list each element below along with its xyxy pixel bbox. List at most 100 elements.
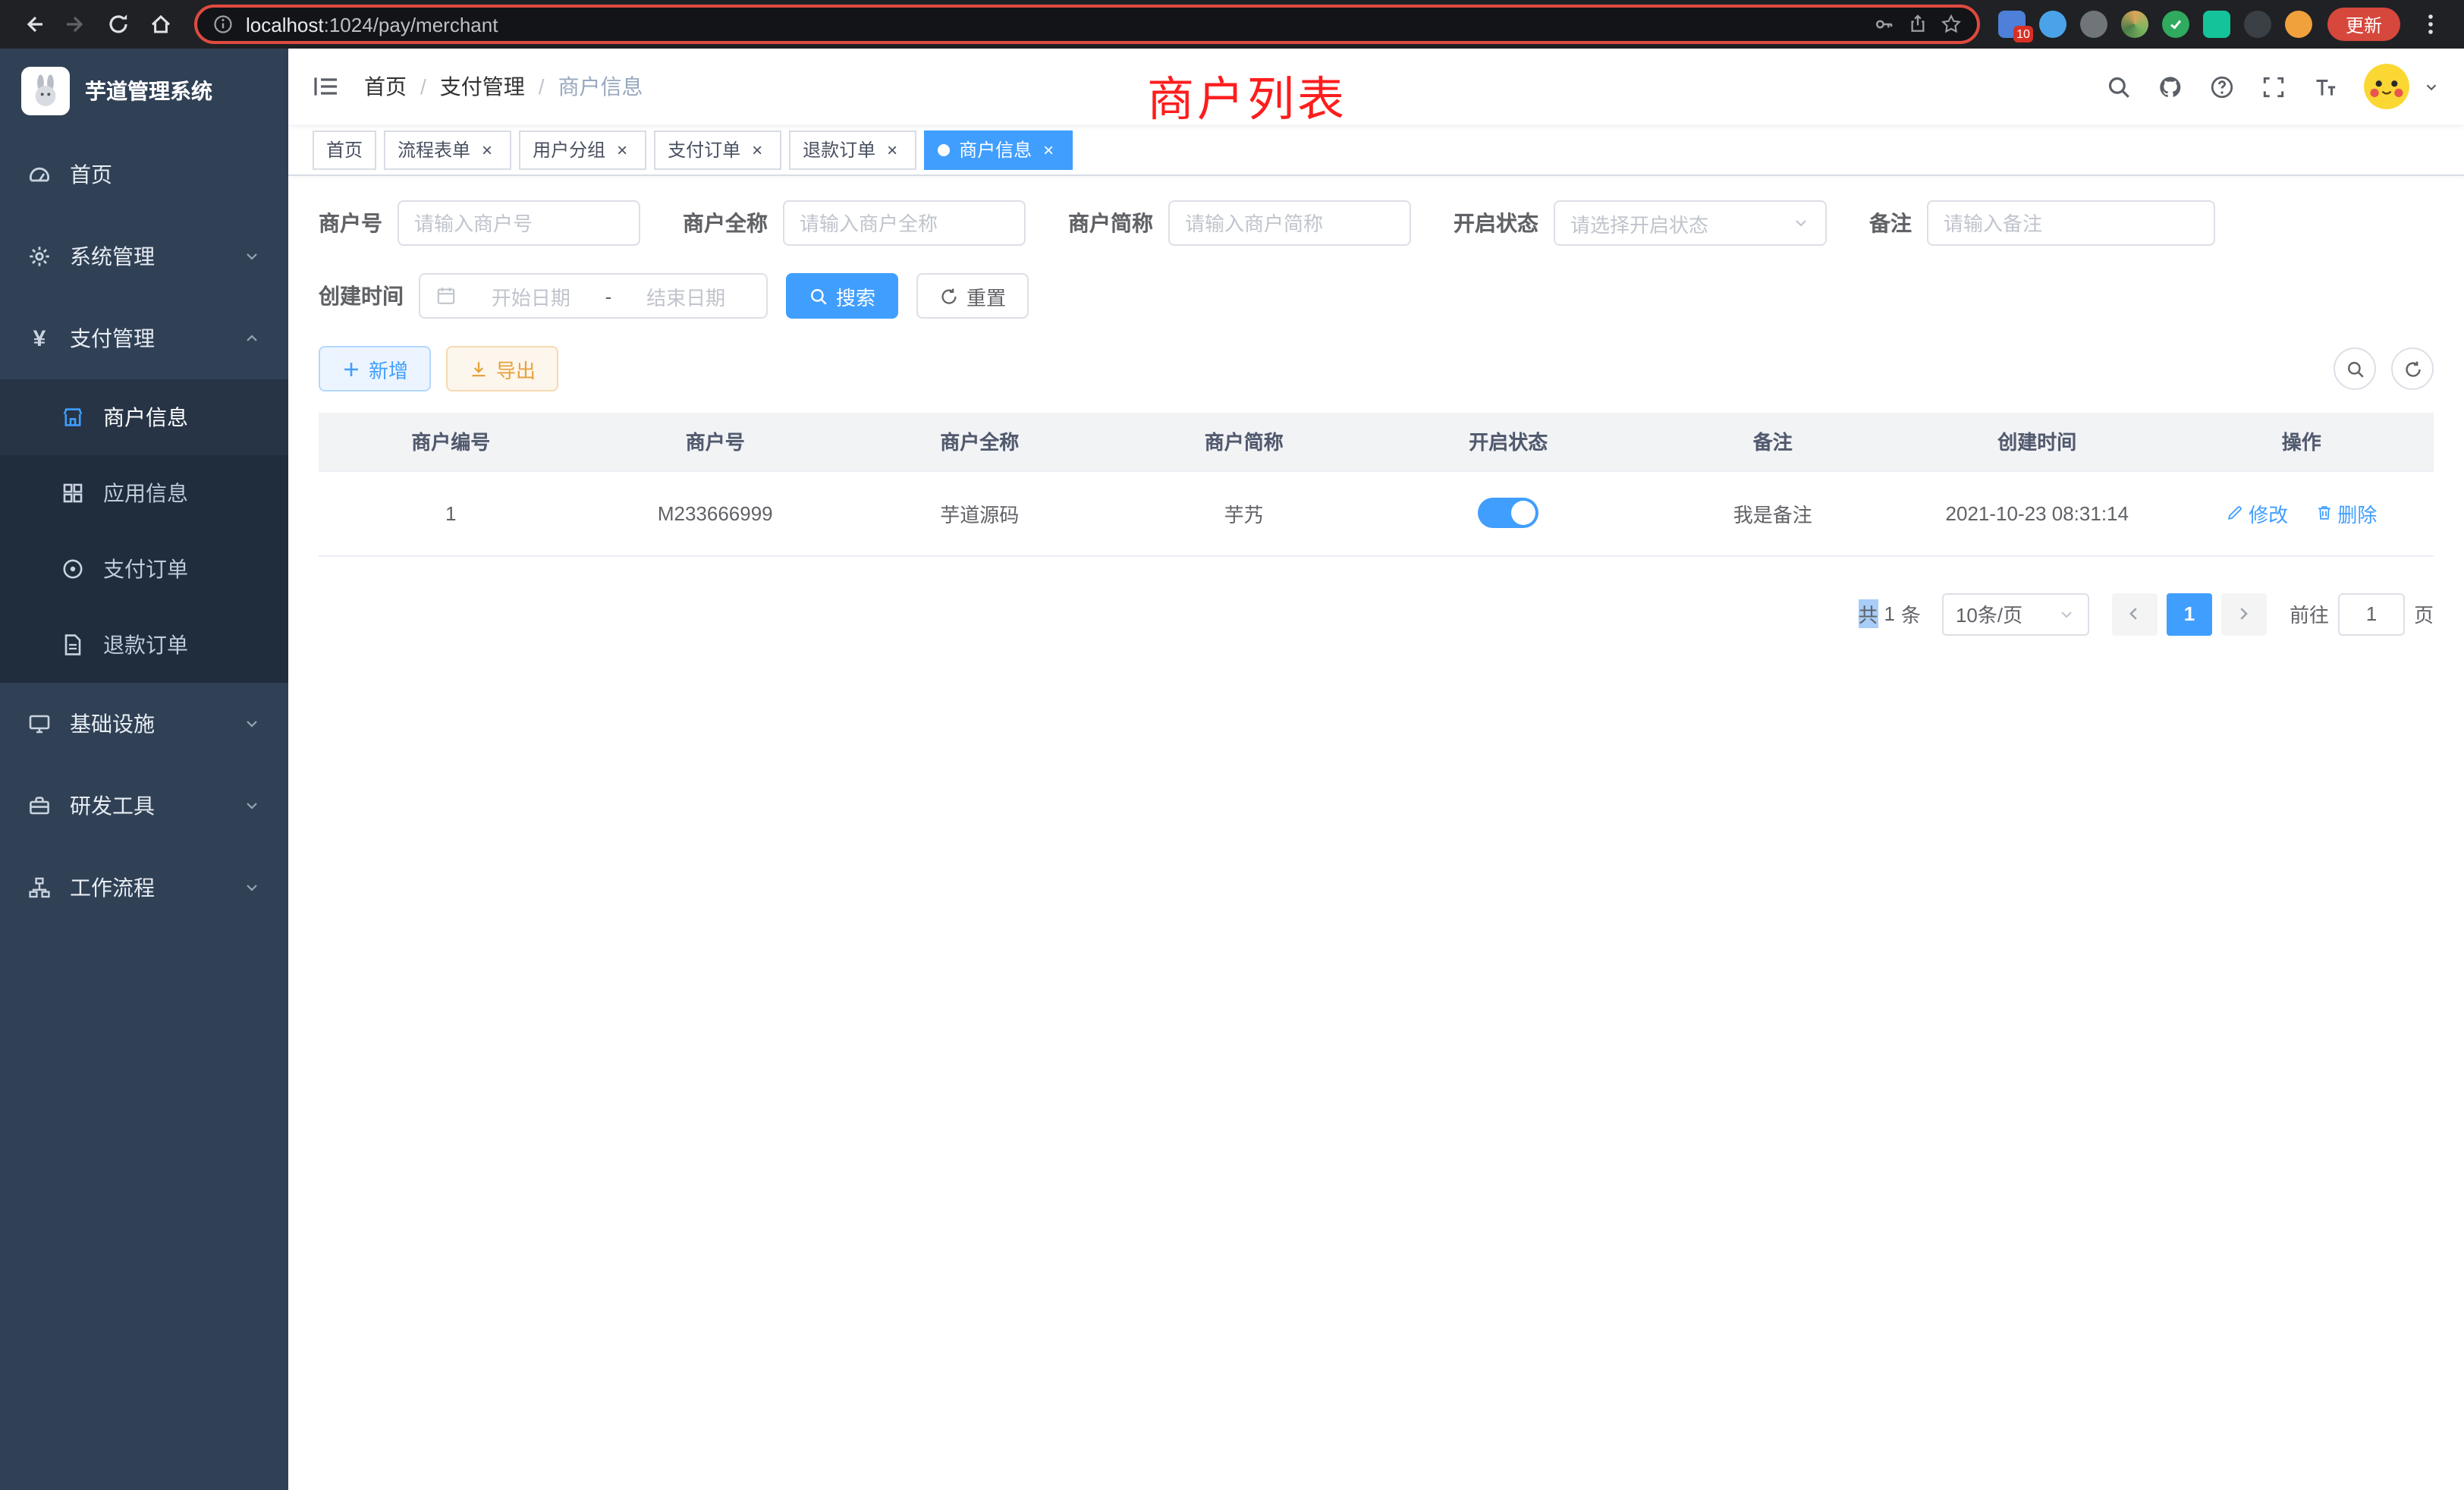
chevron-down-icon [243,879,261,897]
short-name-input[interactable] [1168,200,1411,246]
font-size-icon[interactable] [2312,74,2338,99]
search-form-row-2: 创建时间 开始日期 - 结束日期 搜索 重置 [319,273,2434,319]
sidebar-subitem-app-info[interactable]: 应用信息 [0,455,288,531]
prev-page-button[interactable] [2112,593,2158,635]
tab-pay-order[interactable]: 支付订单 × [654,130,781,169]
tab-label: 用户分组 [533,137,605,162]
chevron-down-icon [2057,605,2076,623]
export-button[interactable]: 导出 [446,346,558,391]
refresh-icon-button[interactable] [2391,347,2434,390]
sidebar-subitem-pay-order[interactable]: 支付订单 [0,531,288,607]
edit-link[interactable]: 修改 [2226,498,2288,527]
navbar-actions [2106,64,2440,109]
chevron-down-icon [243,247,261,266]
status-select[interactable]: 请选择开启状态 [1554,200,1827,246]
breadcrumb-home[interactable]: 首页 [364,71,407,102]
search-icon[interactable] [2106,74,2132,99]
browser-reload-button[interactable] [97,3,140,46]
form-item-status: 开启状态 请选择开启状态 [1454,200,1827,246]
delete-link[interactable]: 删除 [2315,498,2377,527]
extension-drop-icon[interactable] [2039,11,2066,38]
breadcrumb-separator: / [420,74,426,99]
browser-home-button[interactable] [140,3,182,46]
hide-search-icon-button[interactable] [2334,347,2376,390]
password-key-icon[interactable] [1874,14,1895,35]
close-icon[interactable]: × [611,139,633,160]
page-content: 商户号 商户全称 商户简称 开启状态 请选择开启状态 [288,176,2464,1490]
goto-page-input[interactable] [2338,593,2405,635]
browser-menu-icon[interactable] [2409,3,2452,46]
merchant-no-input[interactable] [398,200,640,246]
extension-grid-icon[interactable]: 10 [1998,11,2026,38]
date-separator: - [605,284,612,307]
sidebar-subitem-merchant-info[interactable]: 商户信息 [0,379,288,455]
user-avatar[interactable] [2364,64,2409,109]
fullscreen-icon[interactable] [2261,74,2286,99]
site-info-icon[interactable] [212,14,234,35]
sidebar-subitem-label: 支付订单 [103,554,188,584]
date-range-picker[interactable]: 开始日期 - 结束日期 [419,273,768,319]
sidebar-subitem-refund-order[interactable]: 退款订单 [0,607,288,683]
page-size-select[interactable]: 10条/页 [1942,593,2089,635]
extension-grammar-icon[interactable] [2203,11,2230,38]
browser-back-button[interactable] [12,3,55,46]
hamburger-icon[interactable] [313,73,340,100]
sidebar-item-label: 首页 [70,159,112,190]
close-icon[interactable]: × [746,139,768,160]
extension-face-icon[interactable] [2285,11,2312,38]
form-item-remark: 备注 [1869,200,2215,246]
extensions-area: 10 [1998,11,2312,38]
close-icon[interactable]: × [476,139,498,160]
avatar-caret-down-icon[interactable] [2423,78,2440,95]
current-page-button[interactable]: 1 [2167,593,2212,635]
pay-submenu: 商户信息 应用信息 支付订单 退款订单 [0,379,288,683]
browser-update-button[interactable]: 更新 [2327,8,2400,41]
sidebar-item-infrastructure[interactable]: 基础设施 [0,683,288,765]
sidebar-item-home[interactable]: 首页 [0,134,288,215]
cell-actions: 修改 删除 [2170,470,2434,555]
extension-pin-icon[interactable] [2244,11,2271,38]
full-name-label: 商户全称 [683,208,783,238]
dashboard-icon [27,162,52,187]
tab-merchant-info[interactable]: 商户信息 × [924,130,1073,169]
reset-button[interactable]: 重置 [916,273,1029,319]
start-date-placeholder: 开始日期 [466,281,596,310]
close-icon[interactable]: × [1038,139,1059,160]
total-count: 1 [1884,602,1894,625]
extension-avatar-icon[interactable] [2121,11,2148,38]
help-icon[interactable] [2209,74,2235,99]
close-icon[interactable]: × [882,139,903,160]
tab-process-form[interactable]: 流程表单 × [384,130,511,169]
sidebar-item-workflow[interactable]: 工作流程 [0,847,288,929]
share-icon[interactable] [1907,14,1928,35]
extension-circle-icon[interactable] [2080,11,2107,38]
tab-label: 流程表单 [398,137,470,162]
bookmark-star-icon[interactable] [1941,14,1962,35]
sidebar-item-pay[interactable]: ¥ 支付管理 [0,297,288,379]
extension-check-icon[interactable] [2162,11,2189,38]
sidebar-item-devtools[interactable]: 研发工具 [0,765,288,847]
cell-remark: 我是备注 [1641,470,1906,555]
search-button[interactable]: 搜索 [786,273,898,319]
tab-home[interactable]: 首页 [313,130,376,169]
tab-refund-order[interactable]: 退款订单 × [789,130,916,169]
breadcrumb-pay-management[interactable]: 支付管理 [440,71,525,102]
breadcrumb-separator: / [539,74,545,99]
add-button[interactable]: 新增 [319,346,431,391]
chevron-down-icon [243,797,261,815]
sidebar-item-system[interactable]: 系统管理 [0,215,288,297]
sidebar-item-label: 支付管理 [70,323,155,354]
cell-merchant-id: 1 [319,470,583,555]
address-bar[interactable]: localhost:1024/pay/merchant [194,5,1980,44]
url-text: localhost:1024/pay/merchant [246,13,1862,36]
tab-label: 商户信息 [959,137,1032,162]
status-toggle-on[interactable] [1478,498,1538,528]
browser-forward-button[interactable] [55,3,97,46]
sidebar-menu: 首页 系统管理 ¥ 支付管理 商户信息 [0,134,288,929]
next-page-button[interactable] [2221,593,2267,635]
tab-user-group[interactable]: 用户分组 × [519,130,646,169]
github-icon[interactable] [2158,74,2183,99]
form-item-short-name: 商户简称 [1068,200,1411,246]
remark-input[interactable] [1927,200,2215,246]
full-name-input[interactable] [783,200,1026,246]
